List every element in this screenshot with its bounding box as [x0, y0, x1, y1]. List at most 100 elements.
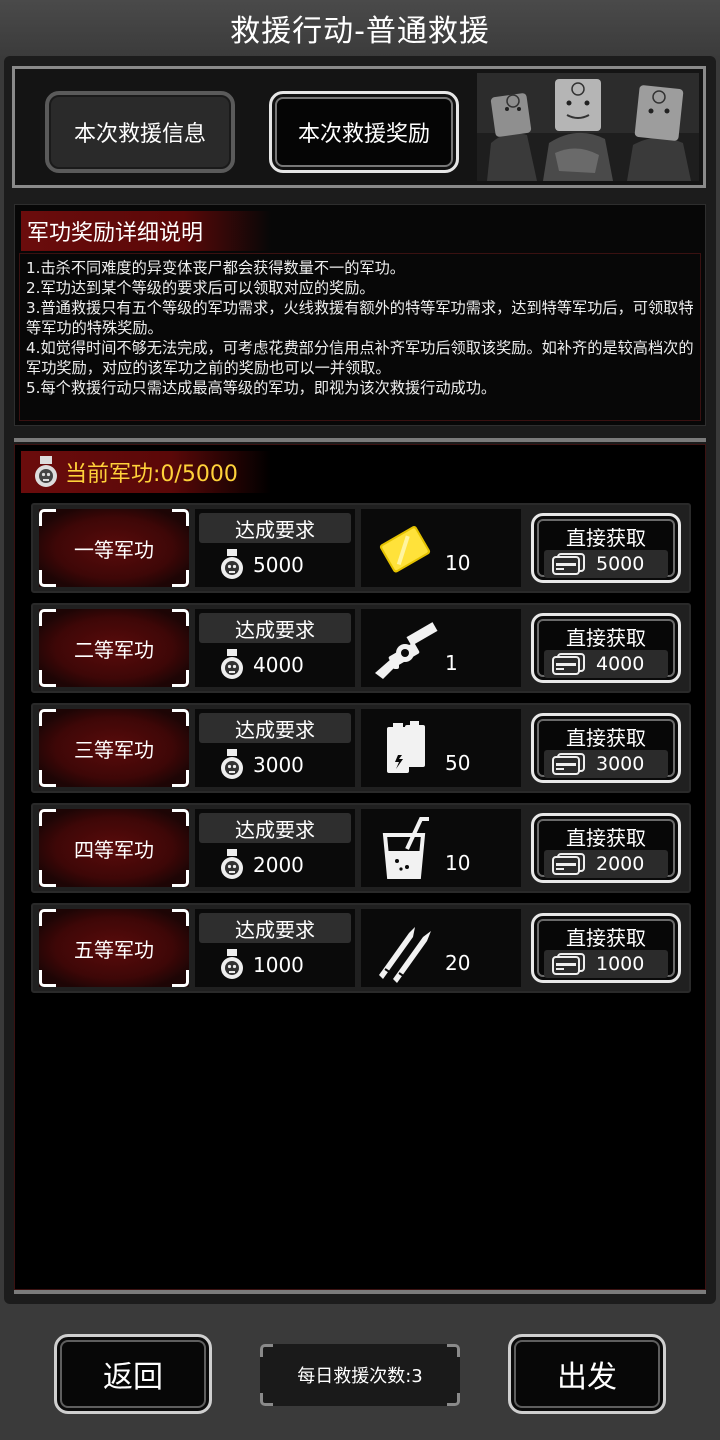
- rank-label: 一等军功: [74, 537, 154, 562]
- corner-decoration: [39, 770, 56, 787]
- reward-tier-row: 三等军功 达成要求 3000 50 直接获取 3000: [31, 703, 691, 793]
- requirement-label: 达成要求: [199, 813, 351, 843]
- direct-obtain-label: 直接获取: [566, 626, 646, 650]
- credit-card-icon: [552, 553, 585, 575]
- price-amount: 4000: [596, 653, 645, 675]
- tab-rescue-reward[interactable]: 本次救援奖励: [269, 91, 459, 173]
- credit-card-icon: [552, 753, 585, 775]
- description-line: 5.每个救援行动只需达成最高等级的军功，即视为该次救援行动成功。: [26, 379, 497, 397]
- requirement-label: 达成要求: [199, 513, 351, 543]
- requirement-box: 达成要求 3000: [195, 709, 355, 787]
- requirement-box: 达成要求 2000: [195, 809, 355, 887]
- reward-quantity: 50: [445, 751, 471, 775]
- description-title: 军功奖励详细说明: [21, 211, 271, 251]
- reward-box: 10: [361, 809, 521, 887]
- requirement-box: 达成要求 4000: [195, 609, 355, 687]
- daily-rescue-count: 每日救援次数:3: [260, 1344, 460, 1406]
- current-merit-banner: 当前军功:0/5000: [21, 451, 271, 493]
- medal-icon: [221, 549, 243, 579]
- rank-label: 五等军功: [74, 937, 154, 962]
- corner-decoration: [172, 970, 189, 987]
- tab-rescue-info[interactable]: 本次救援信息: [45, 91, 235, 173]
- reward-quantity: 10: [445, 851, 471, 875]
- medal-icon: [221, 649, 243, 679]
- reward-quantity: 1: [445, 651, 458, 675]
- corner-decoration: [172, 809, 189, 826]
- rank-badge: 一等军功: [39, 509, 189, 587]
- direct-obtain-price: 1000: [544, 950, 668, 978]
- back-button-label: 返回: [103, 1360, 163, 1395]
- description-text: 1.击杀不同难度的异变体丧尸都会获得数量不一的军功。 2.军功达到某个等级的要求…: [19, 253, 701, 421]
- credit-card-icon: [552, 853, 585, 875]
- requirement-label: 达成要求: [199, 613, 351, 643]
- direct-obtain-price: 5000: [544, 550, 668, 578]
- direct-obtain-button[interactable]: 直接获取 3000: [531, 713, 681, 783]
- description-line: 2.军功达到某个等级的要求后可以领取对应的奖励。: [26, 279, 375, 297]
- bullets-icon: [371, 913, 441, 983]
- corner-decoration: [172, 709, 189, 726]
- rank-label: 三等军功: [74, 737, 154, 762]
- corner-decoration: [447, 1344, 460, 1357]
- depart-button-label: 出发: [557, 1360, 617, 1395]
- rank-label: 二等军功: [74, 637, 154, 662]
- requirement-value: 4000: [219, 647, 304, 683]
- corner-decoration: [172, 609, 189, 626]
- price-amount: 2000: [596, 853, 645, 875]
- corner-decoration: [39, 709, 56, 726]
- battery-icon: [371, 713, 441, 783]
- requirement-label: 达成要求: [199, 713, 351, 743]
- divider: [14, 1290, 706, 1294]
- tab-rescue-reward-label: 本次救援奖励: [297, 122, 430, 147]
- price-amount: 5000: [596, 553, 645, 575]
- corner-decoration: [172, 870, 189, 887]
- reward-list-panel: 当前军功:0/5000 一等军功 达成要求 5000 10 直接获取 5000 二等军功 达成…: [14, 444, 706, 1290]
- corner-decoration: [39, 870, 56, 887]
- corner-decoration: [172, 570, 189, 587]
- reward-box: 1: [361, 609, 521, 687]
- direct-obtain-label: 直接获取: [566, 826, 646, 850]
- direct-obtain-button[interactable]: 直接获取 5000: [531, 513, 681, 583]
- title-bar: 救援行动-普通救援: [0, 0, 720, 56]
- requirement-value: 5000: [219, 547, 304, 583]
- rank-badge: 四等军功: [39, 809, 189, 887]
- reward-box: 50: [361, 709, 521, 787]
- current-merit-text: 当前军功:0/5000: [65, 462, 238, 487]
- direct-obtain-button[interactable]: 直接获取 2000: [531, 813, 681, 883]
- requirement-box: 达成要求 1000: [195, 909, 355, 987]
- corner-decoration: [172, 509, 189, 526]
- reward-quantity: 10: [445, 551, 471, 575]
- corner-decoration: [39, 609, 56, 626]
- description-line: 4.如觉得时间不够无法完成，可考虑花费部分信用点补齐军功后领取该奖励。如补齐的是…: [26, 339, 694, 377]
- rank-badge: 二等军功: [39, 609, 189, 687]
- credit-card-icon: [552, 653, 585, 675]
- reward-description-panel: 军功奖励详细说明 1.击杀不同难度的异变体丧尸都会获得数量不一的军功。 2.军功…: [14, 204, 706, 426]
- corner-decoration: [39, 970, 56, 987]
- corner-decoration: [39, 670, 56, 687]
- rank-badge: 三等军功: [39, 709, 189, 787]
- direct-obtain-price: 2000: [544, 850, 668, 878]
- corner-decoration: [39, 809, 56, 826]
- requirement-label: 达成要求: [199, 913, 351, 943]
- medal-icon: [35, 456, 57, 487]
- requirement-amount: 1000: [253, 953, 304, 977]
- requirement-value: 1000: [219, 947, 304, 983]
- corner-decoration: [39, 509, 56, 526]
- back-button[interactable]: 返回: [54, 1334, 212, 1414]
- reward-tier-row: 四等军功 达成要求 2000 10 直接获取 2000: [31, 803, 691, 893]
- credit-card-icon: [552, 953, 585, 975]
- reward-box: 20: [361, 909, 521, 987]
- reward-quantity: 20: [445, 951, 471, 975]
- daily-rescue-count-text: 每日救援次数:3: [297, 1366, 423, 1387]
- drink-icon: [371, 813, 441, 883]
- medal-icon: [221, 949, 243, 979]
- corner-decoration: [172, 909, 189, 926]
- price-amount: 3000: [596, 753, 645, 775]
- divider: [14, 438, 706, 442]
- reward-tier-row: 五等军功 达成要求 1000 20 直接获取 1000: [31, 903, 691, 993]
- direct-obtain-label: 直接获取: [566, 926, 646, 950]
- description-line: 1.击杀不同难度的异变体丧尸都会获得数量不一的军功。: [26, 259, 405, 277]
- depart-button[interactable]: 出发: [508, 1334, 666, 1414]
- direct-obtain-button[interactable]: 直接获取 1000: [531, 913, 681, 983]
- direct-obtain-button[interactable]: 直接获取 4000: [531, 613, 681, 683]
- reward-tier-row: 一等军功 达成要求 5000 10 直接获取 5000: [31, 503, 691, 593]
